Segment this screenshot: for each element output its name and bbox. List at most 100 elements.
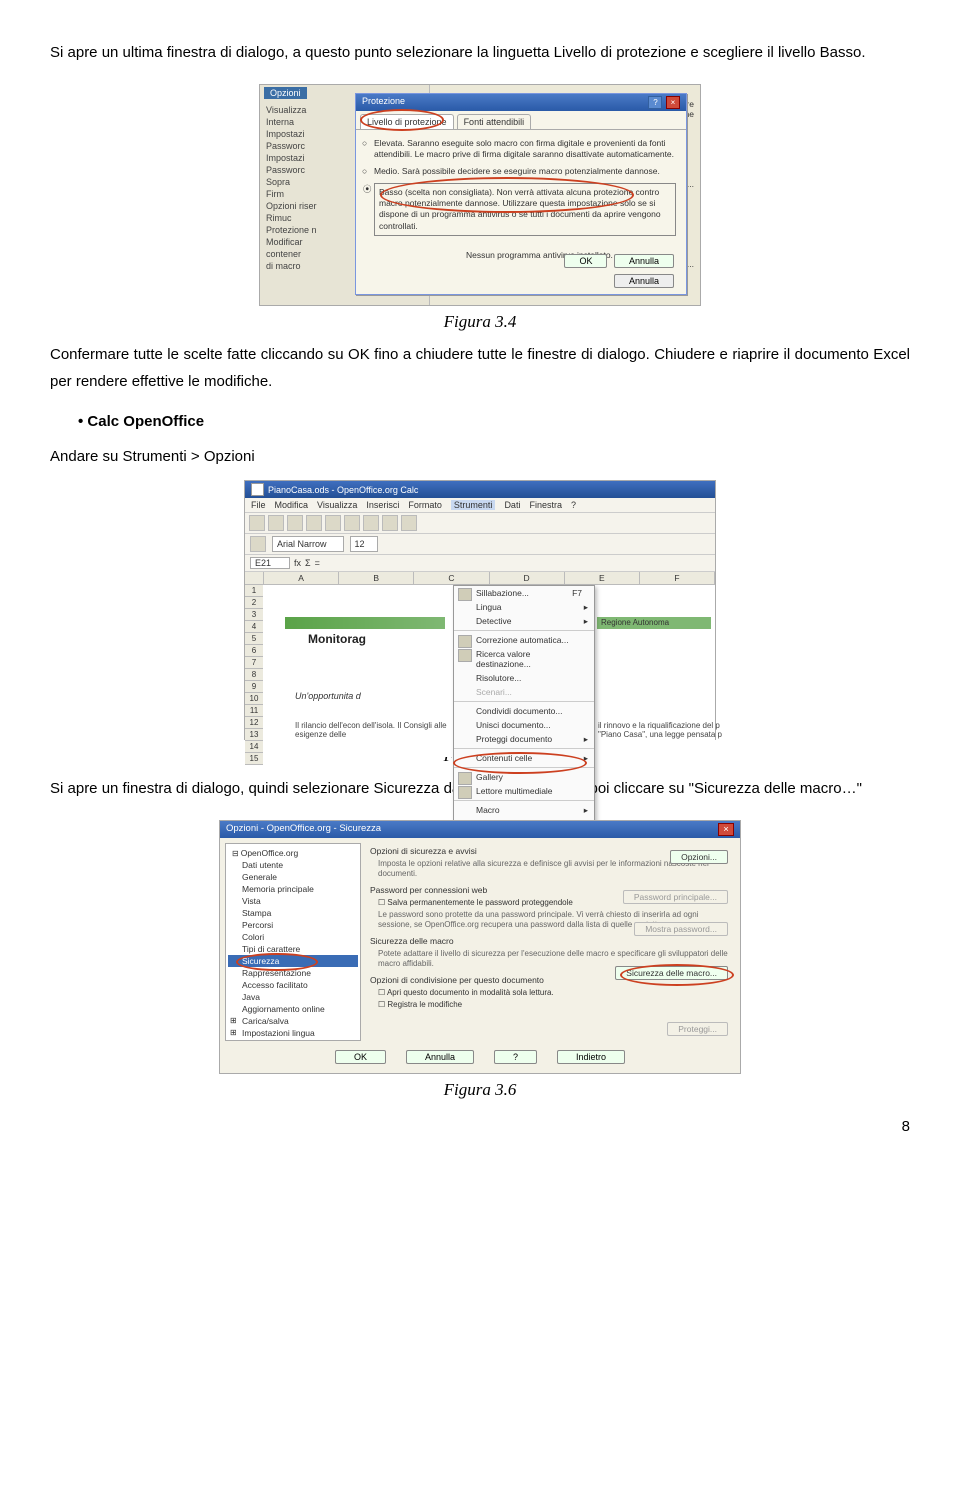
- back-button[interactable]: Indietro: [557, 1050, 625, 1064]
- toolbar-icon[interactable]: [363, 515, 379, 531]
- mi-lettore[interactable]: Lettore multimediale: [454, 784, 594, 798]
- tree-item[interactable]: OpenOffice.org Calc: [228, 1039, 358, 1041]
- mi-condividi[interactable]: Condividi documento...: [454, 704, 594, 718]
- ok-button[interactable]: OK: [564, 254, 607, 268]
- tree-item[interactable]: Colori: [228, 931, 358, 943]
- menu-separator: [454, 748, 594, 749]
- ok-button[interactable]: OK: [335, 1050, 386, 1064]
- row-header[interactable]: 3: [245, 609, 263, 621]
- toolbar-icon[interactable]: [268, 515, 284, 531]
- row-header[interactable]: 2: [245, 597, 263, 609]
- mi-lingua[interactable]: Lingua: [454, 600, 594, 614]
- mi-macro[interactable]: Macro: [454, 803, 594, 817]
- tree-root[interactable]: OpenOffice.org: [228, 847, 358, 859]
- tree-item[interactable]: Generale: [228, 871, 358, 883]
- sigma-icon[interactable]: Σ: [305, 558, 311, 568]
- row-header[interactable]: 1: [245, 585, 263, 597]
- row-header[interactable]: 9: [245, 681, 263, 693]
- row-header[interactable]: 6: [245, 645, 263, 657]
- tree-item[interactable]: Vista: [228, 895, 358, 907]
- bullet-calc-openoffice: Calc OpenOffice: [78, 413, 910, 430]
- toolbar-icon[interactable]: [325, 515, 341, 531]
- tree-item[interactable]: Impostazioni lingua: [228, 1027, 358, 1039]
- mi-ricerca[interactable]: Ricerca valore destinazione...: [454, 647, 594, 671]
- mi-sillabazione[interactable]: Sillabazione...F7: [454, 586, 594, 600]
- radio-high[interactable]: Elevata. Saranno eseguite solo macro con…: [374, 138, 676, 160]
- figure-3-4: Opzioni Visualizza Interna Impostazi Pas…: [50, 84, 910, 306]
- col-header[interactable]: F: [640, 572, 715, 584]
- menu-window[interactable]: Finestra: [529, 500, 562, 510]
- tab-trusted-sources[interactable]: Fonti attendibili: [457, 114, 532, 129]
- mi-unisci[interactable]: Unisci documento...: [454, 718, 594, 732]
- help-icon[interactable]: ?: [648, 96, 662, 109]
- tree-item[interactable]: Carica/salva: [228, 1015, 358, 1027]
- row-header[interactable]: 4: [245, 621, 263, 633]
- mi-correzione[interactable]: Correzione automatica...: [454, 633, 594, 647]
- toolbar-icon[interactable]: [249, 515, 265, 531]
- close-icon[interactable]: ×: [666, 96, 680, 109]
- menu-format[interactable]: Formato: [408, 500, 442, 510]
- menu-edit[interactable]: Modifica: [275, 500, 309, 510]
- row-header[interactable]: 7: [245, 657, 263, 669]
- row-header[interactable]: 5: [245, 633, 263, 645]
- toolbar-icon[interactable]: [287, 515, 303, 531]
- cell-rilancio: Il rilancio dell'econ dell'isola. Il Con…: [295, 721, 450, 739]
- toolbar-icon[interactable]: [382, 515, 398, 531]
- col-header[interactable]: C: [414, 572, 489, 584]
- toolbar-icon[interactable]: [401, 515, 417, 531]
- cancel-button[interactable]: Annulla: [614, 254, 674, 268]
- toolbar-icon[interactable]: [306, 515, 322, 531]
- col-header[interactable]: B: [339, 572, 414, 584]
- row-header[interactable]: 14: [245, 741, 263, 753]
- menu-file[interactable]: File: [251, 500, 266, 510]
- mi-detective[interactable]: Detective: [454, 614, 594, 628]
- mi-proteggi[interactable]: Proteggi documento: [454, 732, 594, 746]
- tree-item[interactable]: Percorsi: [228, 919, 358, 931]
- row-header[interactable]: 10: [245, 693, 263, 705]
- cell-ref[interactable]: E21: [250, 557, 290, 569]
- tree-item[interactable]: Aggiornamento online: [228, 1003, 358, 1015]
- dialog-bottom-buttons: OK Annulla ? Indietro: [220, 1046, 740, 1070]
- intro-para-1: Si apre un ultima finestra di dialogo, a…: [50, 40, 910, 66]
- row-header[interactable]: 12: [245, 717, 263, 729]
- close-icon[interactable]: ×: [718, 823, 734, 836]
- menu-data[interactable]: Dati: [504, 500, 520, 510]
- tree-item[interactable]: Accesso facilitato: [228, 979, 358, 991]
- mi-risolutore[interactable]: Risolutore...: [454, 671, 594, 685]
- menu-separator: [454, 630, 594, 631]
- cancel-button[interactable]: Annulla: [406, 1050, 474, 1064]
- help-button[interactable]: ?: [494, 1050, 537, 1064]
- row-header[interactable]: 15: [245, 753, 263, 765]
- fx-icon[interactable]: fx: [294, 558, 301, 568]
- equals-icon[interactable]: =: [315, 558, 320, 568]
- font-combo[interactable]: Arial Narrow: [272, 536, 344, 552]
- tree-item[interactable]: Dati utente: [228, 859, 358, 871]
- radio-medium[interactable]: Medio. Sarà possibile decidere se esegui…: [374, 166, 676, 177]
- checkbox-readonly[interactable]: Apri questo documento in modalità sola l…: [378, 988, 730, 997]
- menu-tools[interactable]: Strumenti: [451, 500, 496, 510]
- menu-help[interactable]: ?: [571, 500, 576, 510]
- tree-item[interactable]: Java: [228, 991, 358, 1003]
- protect-button: Proteggi...: [667, 1022, 728, 1036]
- row-header[interactable]: 8: [245, 669, 263, 681]
- toolbar-icon[interactable]: [250, 536, 266, 552]
- menu-view[interactable]: Visualizza: [317, 500, 357, 510]
- col-header[interactable]: E: [565, 572, 640, 584]
- tree-item[interactable]: Stampa: [228, 907, 358, 919]
- row-header[interactable]: 11: [245, 705, 263, 717]
- menu-insert[interactable]: Inserisci: [366, 500, 399, 510]
- cell-rilancio-right: il rinnovo e la riqualificazione del p "…: [598, 721, 728, 739]
- col-header[interactable]: A: [264, 572, 339, 584]
- cells-area[interactable]: Regione Autonoma Monitorag Un'opportunit…: [263, 585, 715, 765]
- col-header[interactable]: D: [490, 572, 565, 584]
- checkbox-record[interactable]: Registra le modifiche: [378, 1000, 730, 1009]
- toolbar-icon[interactable]: [344, 515, 360, 531]
- cancel-back-button[interactable]: Annulla: [614, 274, 674, 288]
- spreadsheet-grid: A B C D E F 1 2 3 4 5 6 7 8 9 10: [245, 572, 715, 757]
- fontsize-combo[interactable]: 12: [350, 536, 378, 552]
- calc-titlebar: PianoCasa.ods - OpenOffice.org Calc: [245, 481, 715, 498]
- row-header[interactable]: 13: [245, 729, 263, 741]
- tree-item[interactable]: Memoria principale: [228, 883, 358, 895]
- options-button[interactable]: Opzioni...: [670, 850, 728, 864]
- tree-item[interactable]: Rappresentazione: [228, 967, 358, 979]
